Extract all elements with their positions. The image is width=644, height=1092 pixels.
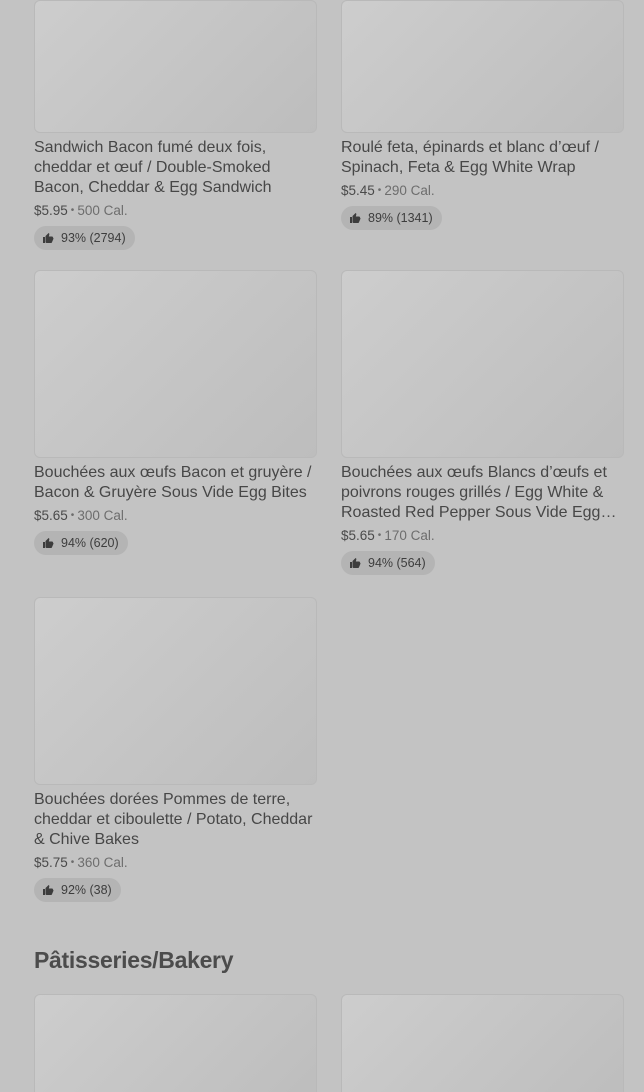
section-heading: Pâtisseries/Bakery [34,947,234,973]
item-calories: 360 Cal. [77,855,128,870]
item-price: $5.75 [34,855,68,870]
menu-item-card[interactable]: Roulé feta, épinards et blanc d’œuf / Sp… [341,0,624,230]
rating-text: 93% (2794) [61,231,126,245]
item-calories: 500 Cal. [77,203,128,218]
thumbs-up-icon [42,537,54,549]
rating-badge: 92% (38) [34,878,121,902]
item-image-placeholder[interactable] [34,0,317,133]
item-meta: $5.65 • 300 Cal. [34,507,317,525]
thumbs-up-icon [42,232,54,244]
item-title[interactable]: Sandwich Bacon fumé deux fois, cheddar e… [34,138,317,198]
rating-badge: 89% (1341) [341,206,442,230]
item-price: $5.95 [34,203,68,218]
menu-item-card[interactable]: Bouchées aux œufs Blancs d’œufs et poivr… [341,270,624,575]
menu-item-card[interactable] [341,994,624,1092]
menu-item-card[interactable]: Bouchées aux œufs Bacon et gruyère / Bac… [34,270,317,555]
item-calories: 290 Cal. [384,183,435,198]
item-meta: $5.45 • 290 Cal. [341,182,624,200]
item-meta: $5.95 • 500 Cal. [34,202,317,220]
item-title[interactable]: Bouchées aux œufs Blancs d’œufs et poivr… [341,463,624,523]
thumbs-up-icon [349,212,361,224]
menu-item-card[interactable] [34,994,317,1092]
item-image-placeholder[interactable] [341,270,624,458]
rating-badge: 93% (2794) [34,226,135,250]
separator-dot: • [377,185,382,196]
rating-text: 92% (38) [61,883,112,897]
thumbs-up-icon [42,884,54,896]
menu-item-card[interactable]: Bouchées dorées Pommes de terre, cheddar… [34,597,317,902]
rating-badge: 94% (564) [341,551,435,575]
separator-dot: • [70,510,75,521]
item-price: $5.65 [341,528,375,543]
item-calories: 170 Cal. [384,528,435,543]
rating-text: 94% (620) [61,536,119,550]
rating-text: 94% (564) [368,556,426,570]
item-meta: $5.65 • 170 Cal. [341,527,624,545]
menu-item-card[interactable]: Sandwich Bacon fumé deux fois, cheddar e… [34,0,317,250]
item-image-placeholder[interactable] [341,994,624,1092]
item-price: $5.65 [34,508,68,523]
thumbs-up-icon [349,557,361,569]
item-title[interactable]: Bouchées dorées Pommes de terre, cheddar… [34,790,317,850]
item-image-placeholder[interactable] [341,0,624,133]
menu-page: Sandwich Bacon fumé deux fois, cheddar e… [0,0,644,1092]
item-image-placeholder[interactable] [34,270,317,458]
item-meta: $5.75 • 360 Cal. [34,854,317,872]
item-title[interactable]: Bouchées aux œufs Bacon et gruyère / Bac… [34,463,317,503]
item-title[interactable]: Roulé feta, épinards et blanc d’œuf / Sp… [341,138,624,178]
item-image-placeholder[interactable] [34,994,317,1092]
rating-text: 89% (1341) [368,211,433,225]
item-price: $5.45 [341,183,375,198]
item-calories: 300 Cal. [77,508,128,523]
separator-dot: • [70,857,75,868]
item-image-placeholder[interactable] [34,597,317,785]
separator-dot: • [377,530,382,541]
rating-badge: 94% (620) [34,531,128,555]
separator-dot: • [70,205,75,216]
